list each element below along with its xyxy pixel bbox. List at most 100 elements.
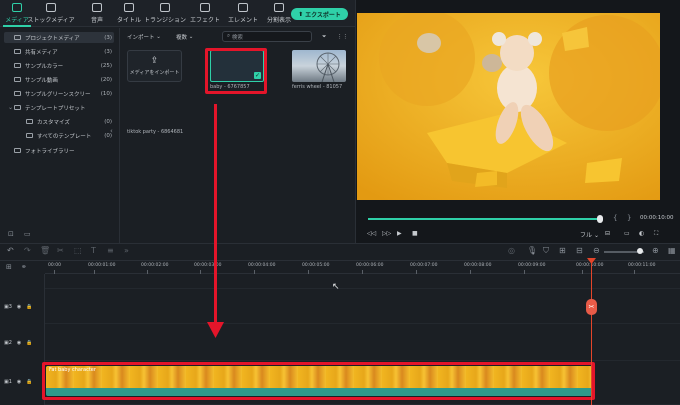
undo-icon[interactable]: ↶ xyxy=(7,246,14,255)
split-marker-icon[interactable]: ✂ xyxy=(586,299,597,315)
previous-frame-icon[interactable]: ◁◁ xyxy=(367,230,376,237)
playhead-line[interactable] xyxy=(591,260,592,405)
export-button[interactable]: ⬆ エクスポート xyxy=(291,8,348,20)
sidebar-item-label: テンプレートプリセット xyxy=(25,105,86,112)
grid-view-icon[interactable]: ⋮⋮ xyxy=(337,32,348,42)
track-row-2[interactable] xyxy=(45,324,680,361)
fullscreen-icon[interactable]: ⛶ xyxy=(654,230,658,238)
adjust-icon[interactable]: ≡ xyxy=(107,246,114,255)
mouse-cursor-icon: ↖ xyxy=(332,282,340,292)
timeline-settings-icon[interactable]: ▦ xyxy=(668,246,676,255)
lock-icon[interactable]: 🔒 xyxy=(26,379,32,385)
ruler-tick-label: 00:00:03:00 xyxy=(194,263,222,268)
media-thumbnail-ferris-wheel[interactable] xyxy=(292,50,346,83)
tab-label: トランジション xyxy=(144,17,187,24)
zoom-slider-handle[interactable] xyxy=(637,248,643,254)
lock-icon[interactable]: 🔒 xyxy=(26,304,32,310)
sidebar-item-label: サンプルグリーンスクリー xyxy=(25,91,91,98)
snap-icon[interactable]: ⊟ xyxy=(576,246,583,255)
photo-library-icon xyxy=(14,148,21,153)
split-icon[interactable]: ✂ xyxy=(57,246,64,255)
zoom-in-icon[interactable]: ⊕ xyxy=(652,246,659,255)
redo-icon[interactable]: ↷ xyxy=(24,246,31,255)
mark-in-icon[interactable]: { xyxy=(613,214,617,222)
collapse-sidebar-icon[interactable]: ‹ xyxy=(110,127,113,135)
sidebar-item-2[interactable]: サンプルカラー (25) xyxy=(4,60,114,71)
sidebar-item-0[interactable]: プロジェクトメディア (3) xyxy=(4,32,114,43)
folder-icon[interactable]: ▭ xyxy=(24,230,31,238)
folder-icon xyxy=(26,133,33,138)
motion-track-icon[interactable]: ⊞ xyxy=(559,246,566,255)
sidebar-item-6[interactable]: カスタマイズ (0) xyxy=(4,116,114,127)
sort-dropdown[interactable]: 複数 ⌄ xyxy=(176,32,193,42)
sidebar-item-8[interactable]: フォトライブラリー xyxy=(4,145,114,156)
mark-out-icon[interactable]: } xyxy=(627,214,631,222)
sidebar-item-5[interactable]: ⌄ テンプレートプリセット xyxy=(4,102,114,113)
eye-icon[interactable]: ◉ xyxy=(17,379,21,385)
element-icon xyxy=(238,3,248,12)
sidebar-item-7[interactable]: すべてのテンプレート (0) xyxy=(4,130,114,141)
playback-scrubber-handle[interactable] xyxy=(597,215,603,223)
import-media-card[interactable]: ⇪ メディアをインポート xyxy=(127,50,182,82)
play-icon[interactable]: ▶ xyxy=(397,230,402,237)
folder-icon xyxy=(14,91,21,96)
ruler-tick-label: 00:00 xyxy=(48,263,61,268)
zoom-out-icon[interactable]: ⊖ xyxy=(593,246,600,255)
next-frame-icon[interactable]: ▷▷ xyxy=(382,230,391,237)
tab-transition[interactable]: トランジション xyxy=(144,3,186,25)
text-icon[interactable]: T xyxy=(91,246,96,255)
render-preview-icon[interactable]: ⊟ xyxy=(605,230,610,237)
delete-icon[interactable]: 🗑 xyxy=(40,246,50,255)
stop-icon[interactable]: ■ xyxy=(412,230,418,237)
chevron-down-icon: ⌄ xyxy=(187,34,194,40)
sidebar-item-3[interactable]: サンプル動画 (20) xyxy=(4,74,114,85)
tab-label: メディア xyxy=(5,17,29,24)
video-track-icon: ▣3 xyxy=(4,304,12,310)
sidebar-item-label: サンプルカラー xyxy=(25,63,64,70)
tab-audio[interactable]: 音声 xyxy=(80,3,114,25)
sidebar-item-1[interactable]: 共有メディア (3) xyxy=(4,46,114,57)
ruler-tick-label: 00:00:07:00 xyxy=(410,263,438,268)
more-tools-icon[interactable]: » xyxy=(124,246,129,255)
tab-label: 分割表示 xyxy=(266,17,291,24)
sidebar-item-label: 共有メディア xyxy=(25,49,58,56)
add-track-icon[interactable]: ⊞ xyxy=(6,263,12,271)
ruler-tick-label: 00:00:01:00 xyxy=(88,263,116,268)
snapshot-icon[interactable]: ▭ xyxy=(624,230,630,237)
marker-icon[interactable]: ⛉ xyxy=(543,246,549,256)
sidebar-item-4[interactable]: サンプルグリーンスクリー (10) xyxy=(4,88,114,99)
export-label: エクスポート xyxy=(305,11,341,19)
sidebar-item-count: (10) xyxy=(100,90,112,97)
folder-icon xyxy=(14,63,21,68)
tab-stock-media[interactable]: ストックメディア xyxy=(27,3,75,25)
new-folder-icon[interactable]: ⊡ xyxy=(8,230,14,238)
chevron-down-icon: ⌄ xyxy=(593,232,599,239)
folder-icon xyxy=(26,119,33,124)
link-icon[interactable]: ⚭ xyxy=(21,263,27,271)
mic-icon[interactable]: 🎙 xyxy=(527,246,537,255)
import-dropdown[interactable]: インポート ⌄ xyxy=(127,32,161,42)
quality-dropdown[interactable]: フル ⌄ xyxy=(580,230,599,239)
track-header-2: ▣2 ◉ 🔒 xyxy=(4,340,33,346)
sidebar-item-count: (0) xyxy=(104,118,112,125)
tab-label: ストックメディア xyxy=(27,17,75,24)
folder-icon xyxy=(14,105,21,110)
sidebar-item-count: (3) xyxy=(104,34,112,41)
tab-title[interactable]: タイトル xyxy=(112,3,146,25)
search-input[interactable]: ⌕ 検索 xyxy=(222,31,312,42)
lock-icon[interactable]: 🔒 xyxy=(26,340,32,346)
render-icon[interactable]: ◎ xyxy=(508,246,515,255)
track-row-3[interactable] xyxy=(45,289,680,324)
video-track-icon: ▣1 xyxy=(4,379,12,385)
import-dropdown-label: インポート xyxy=(127,35,155,41)
media-sidebar: プロジェクトメディア (3) 共有メディア (3) サンプルカラー (25) サンプル動画 (… xyxy=(0,28,120,243)
tab-label: エフェクト xyxy=(189,17,220,24)
tab-effect[interactable]: エフェクト xyxy=(188,3,222,25)
crop-icon[interactable]: ⬚ xyxy=(74,246,82,255)
effect-icon xyxy=(200,3,210,12)
eye-icon[interactable]: ◉ xyxy=(17,304,21,310)
volume-icon[interactable]: ◐ xyxy=(639,230,644,237)
tab-element[interactable]: エレメント xyxy=(226,3,260,25)
eye-icon[interactable]: ◉ xyxy=(17,340,21,346)
filter-icon[interactable]: ⏷ xyxy=(322,32,326,42)
